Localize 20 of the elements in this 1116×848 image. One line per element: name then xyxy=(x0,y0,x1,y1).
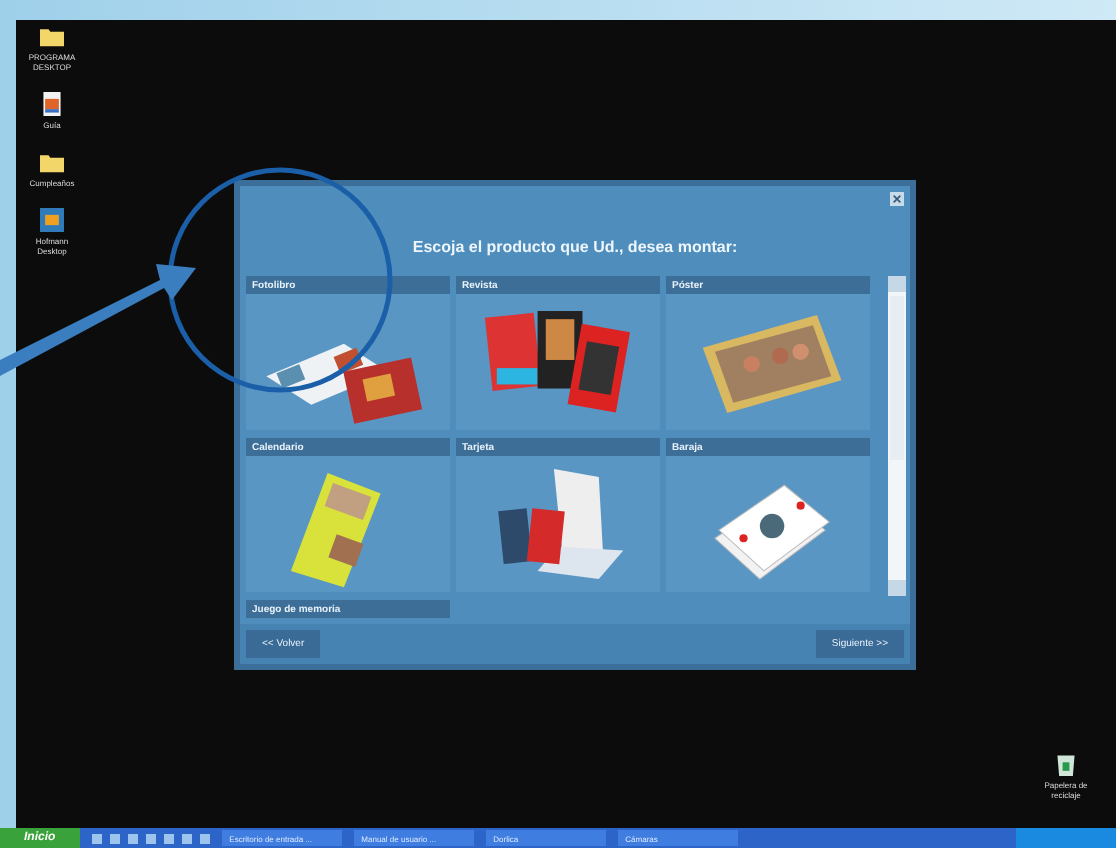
recycle-bin-icon[interactable] xyxy=(1054,752,1078,776)
product-tile[interactable] xyxy=(666,456,870,592)
product-tile[interactable] xyxy=(456,294,660,430)
close-button[interactable] xyxy=(890,192,904,206)
playing-cards-drawing xyxy=(714,484,831,580)
greeting-card-drawing xyxy=(498,468,624,580)
system-tray xyxy=(1016,828,1116,848)
poster-drawing xyxy=(702,315,842,413)
product-tile[interactable] xyxy=(246,294,450,430)
product-tile[interactable] xyxy=(246,456,450,592)
document-icon[interactable] xyxy=(40,92,64,116)
calendar-drawing xyxy=(290,473,381,588)
product-tile[interactable] xyxy=(666,294,870,430)
folder-icon[interactable] xyxy=(40,150,64,174)
app-icon[interactable] xyxy=(40,208,64,232)
dialog-title: Escoja el producto que Ud., desea montar: xyxy=(410,238,740,256)
close-icon xyxy=(892,194,902,204)
folder-icon[interactable] xyxy=(40,24,64,48)
product-tile[interactable] xyxy=(456,456,660,592)
scrollbar[interactable] xyxy=(888,276,906,596)
